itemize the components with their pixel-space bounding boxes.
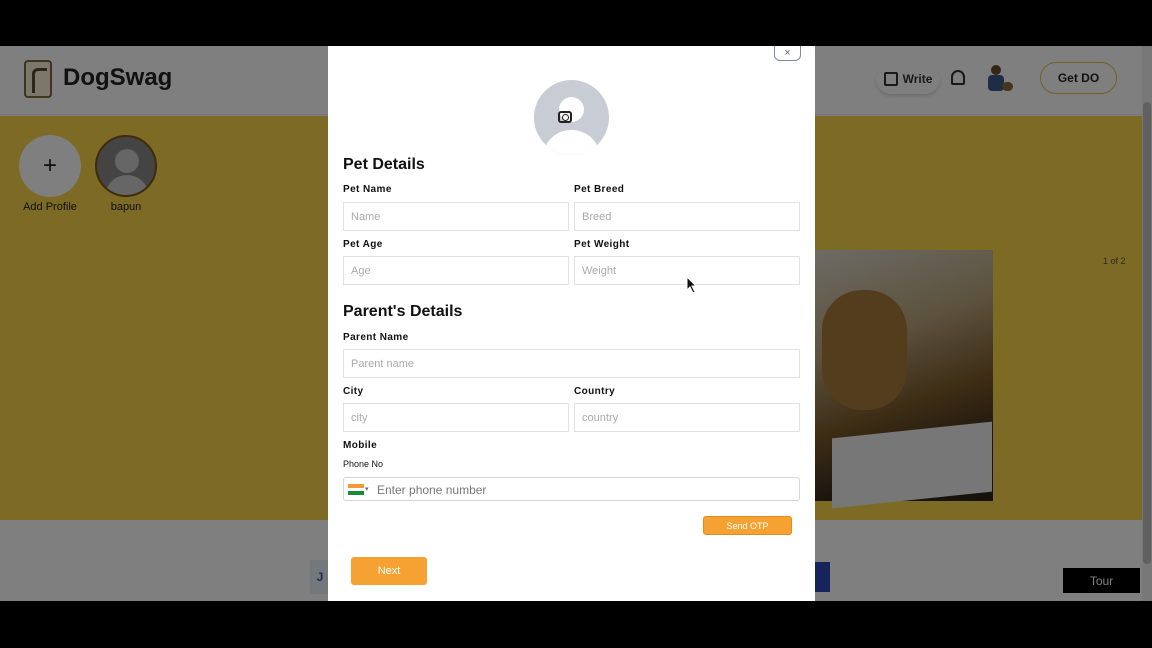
pet-breed-label: Pet Breed [574,184,625,195]
pet-name-label: Pet Name [343,184,392,195]
pet-weight-label: Pet Weight [574,239,630,250]
chevron-down-icon[interactable]: ▾ [365,485,369,493]
pet-name-input[interactable] [343,202,569,231]
parent-details-title: Parent's Details [343,303,463,320]
pet-age-label: Pet Age [343,239,383,250]
letterbox-bottom [0,601,1152,648]
city-label: City [343,386,364,397]
pet-details-title: Pet Details [343,156,425,173]
pet-age-input[interactable] [343,256,569,285]
cursor-icon [686,276,698,294]
india-flag-icon[interactable] [348,484,364,496]
pet-breed-input[interactable] [574,202,800,231]
close-icon[interactable]: × [774,46,801,61]
phone-field[interactable]: ▾ [343,477,800,501]
mobile-label: Mobile [343,440,378,451]
parent-name-input[interactable] [343,349,800,378]
phone-input[interactable] [377,480,777,499]
parent-name-label: Parent Name [343,332,409,343]
send-otp-button[interactable]: Send OTP [703,516,792,535]
letterbox-top [0,0,1152,46]
country-label: Country [574,386,616,397]
pet-details-modal: × Pet Details Pet Name Pet Breed Pet Age… [328,46,815,601]
city-input[interactable] [343,403,569,432]
app-window: DogSwag Write Get DO + Add Profile bapun… [0,46,1152,601]
next-button[interactable]: Next [351,557,427,585]
country-input[interactable] [574,403,800,432]
camera-icon[interactable] [558,111,572,123]
phone-label: Phone No [343,459,384,469]
